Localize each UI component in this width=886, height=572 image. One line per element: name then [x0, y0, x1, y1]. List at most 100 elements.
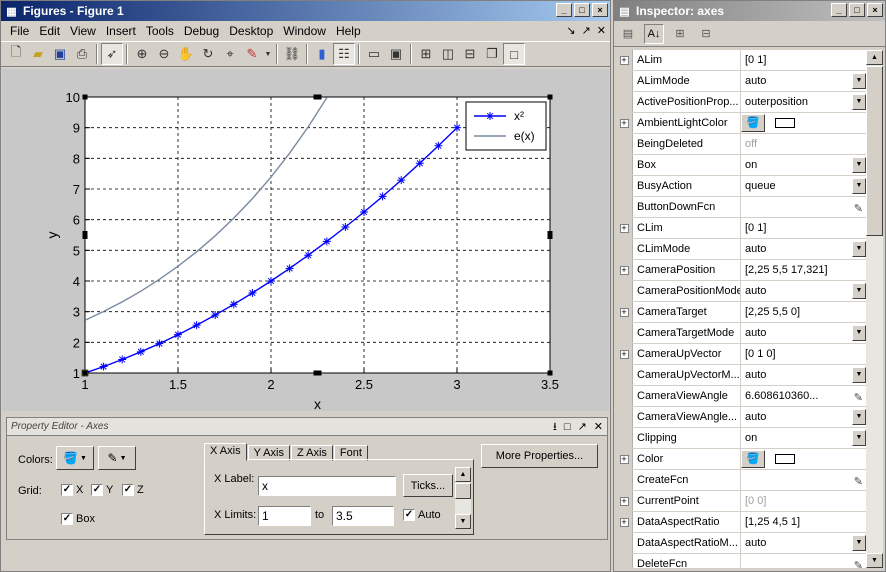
axes-plot[interactable]: 1 1.5 2 2.5 3 3.5 1 2 3 4 5 6 7 8 9 10 x y x² e(x)	[2, 69, 609, 411]
property-row[interactable]: BusyAction queue ▼	[616, 176, 866, 197]
property-row[interactable]: CLimMode auto ▼	[616, 239, 866, 260]
property-value[interactable]: auto ▼	[741, 407, 866, 427]
property-row[interactable]: + AmbientLightColor 🪣	[616, 113, 866, 134]
property-value[interactable]: auto ▼	[741, 239, 866, 259]
x-axis-label[interactable]: x	[314, 396, 321, 411]
legend[interactable]: x² e(x)	[465, 101, 547, 151]
scroll-up-arrow[interactable]: ▲	[455, 467, 471, 482]
insert-legend-icon[interactable]: ☷	[333, 43, 355, 65]
zoom-in-icon[interactable]: ⊕	[131, 43, 153, 65]
property-row[interactable]: + Color 🪣	[616, 449, 866, 470]
expand-plus-icon[interactable]: +	[616, 512, 633, 532]
inspector-minimize-button[interactable]: _	[831, 3, 847, 17]
top-bottom-layout-icon[interactable]: ⊟	[459, 43, 481, 65]
property-row[interactable]: CameraPositionMode auto ▼	[616, 281, 866, 302]
property-value[interactable]: [2,25 5,5 0]	[741, 302, 866, 322]
grid-x-checkbox[interactable]: ✓ X	[61, 484, 83, 496]
selection-handle[interactable]	[82, 94, 88, 100]
edit-plot-arrow-icon[interactable]: ➶	[101, 43, 123, 65]
property-row[interactable]: + CameraTarget [2,25 5,5 0]	[616, 302, 866, 323]
tab-panel-scrollbar[interactable]: ▲ ▼	[455, 467, 471, 529]
dropdown-arrow-icon[interactable]: ▼	[852, 367, 866, 383]
expand-plus-icon[interactable]: +	[616, 302, 633, 322]
selection-handle[interactable]	[547, 231, 553, 239]
property-value[interactable]: ✎	[741, 470, 866, 490]
data-cursor-icon[interactable]: ⌖	[219, 43, 241, 65]
inspector-scrollbar[interactable]: ▲ ▼	[866, 50, 883, 568]
menu-tools[interactable]: Tools	[141, 24, 179, 38]
property-row[interactable]: CameraViewAngle... auto ▼	[616, 407, 866, 428]
edit-pencil-icon[interactable]: ✎	[854, 388, 863, 406]
property-row[interactable]: CameraTargetMode auto ▼	[616, 323, 866, 344]
more-properties-button[interactable]: More Properties...	[481, 444, 598, 468]
menu-insert[interactable]: Insert	[101, 24, 141, 38]
maximize-button[interactable]: □	[574, 3, 590, 17]
property-row[interactable]: DeleteFcn ✎	[616, 554, 866, 568]
categorized-view-icon[interactable]: ▤	[618, 24, 638, 44]
insert-colorbar-icon[interactable]: ▮	[311, 43, 333, 65]
alphabetical-sort-icon[interactable]: A↓	[644, 23, 664, 44]
grid-y-checkbox[interactable]: ✓ Y	[91, 484, 113, 496]
scroll-down-arrow[interactable]: ▼	[455, 514, 471, 529]
star-marker[interactable]	[267, 277, 275, 285]
paint-bucket-icon[interactable]: 🪣	[741, 114, 765, 132]
dropdown-arrow-icon[interactable]: ▼	[852, 430, 866, 446]
property-value[interactable]: auto ▼	[741, 71, 866, 91]
property-value[interactable]: auto ▼	[741, 365, 866, 385]
open-file-icon[interactable]: ▰	[27, 43, 49, 65]
property-row[interactable]: Clipping on ▼	[616, 428, 866, 449]
inspector-scroll-up[interactable]: ▲	[866, 50, 883, 65]
dropdown-arrow-icon[interactable]: ▼	[852, 94, 866, 110]
menu-debug[interactable]: Debug	[179, 24, 224, 38]
x-label-input[interactable]: x	[258, 476, 396, 496]
x-limit-min-input[interactable]: 1	[258, 506, 311, 526]
grid-z-checkbox[interactable]: ✓ Z	[122, 484, 144, 496]
property-value[interactable]: on ▼	[741, 428, 866, 448]
figure-canvas[interactable]: 1 1.5 2 2.5 3 3.5 1 2 3 4 5 6 7 8 9 10 x y x² e(x)	[2, 69, 609, 411]
property-value[interactable]: [0 0]	[741, 491, 866, 511]
property-value[interactable]: 🪣	[741, 113, 866, 133]
minimize-button[interactable]: _	[556, 3, 572, 17]
panel-close-icon[interactable]: ✕	[594, 419, 603, 436]
property-row[interactable]: CameraViewAngle 6.608610360... ✎	[616, 386, 866, 407]
collapse-all-icon[interactable]: ⊟	[696, 24, 716, 44]
property-row[interactable]: + CameraPosition [2,25 5,5 17,321]	[616, 260, 866, 281]
expand-plus-icon[interactable]: +	[616, 260, 633, 280]
property-value[interactable]: [0 1 0]	[741, 344, 866, 364]
property-value[interactable]: [0 1]	[741, 50, 866, 70]
hide-plot-tools-icon[interactable]: ▭	[363, 43, 385, 65]
dropdown-arrow-icon[interactable]: ▼	[852, 535, 866, 551]
dropdown-arrow-icon[interactable]: ▼	[852, 409, 866, 425]
star-marker[interactable]	[136, 347, 145, 356]
inspector-close-button[interactable]: ×	[867, 3, 883, 17]
show-plot-tools-icon[interactable]: ▣	[385, 43, 407, 65]
selection-handle[interactable]	[547, 94, 553, 100]
star-marker[interactable]	[229, 300, 238, 309]
property-value[interactable]: [0 1]	[741, 218, 866, 238]
left-right-layout-icon[interactable]: ◫	[437, 43, 459, 65]
property-value[interactable]: off	[741, 134, 866, 154]
property-value[interactable]: outerposition ▼	[741, 92, 866, 112]
property-row[interactable]: ActivePositionProp... outerposition ▼	[616, 92, 866, 113]
inspector-maximize-button[interactable]: □	[849, 3, 865, 17]
selection-handle[interactable]	[82, 231, 88, 239]
expand-plus-icon[interactable]: +	[616, 449, 633, 469]
inspector-scroll-thumb[interactable]	[866, 66, 883, 236]
menu-desktop[interactable]: Desktop	[224, 24, 278, 38]
menu-file[interactable]: File	[5, 24, 34, 38]
dropdown-arrow-icon[interactable]: ▼	[852, 241, 866, 257]
tile-layout-icon[interactable]: ⊞	[415, 43, 437, 65]
save-icon[interactable]: ▣	[49, 43, 71, 65]
property-value[interactable]: auto ▼	[741, 323, 866, 343]
property-value[interactable]: ✎	[741, 197, 866, 217]
property-row[interactable]: + CurrentPoint [0 0]	[616, 491, 866, 512]
property-row[interactable]: + DataAspectRatio [1,25 4,5 1]	[616, 512, 866, 533]
inspector-scroll-down[interactable]: ▼	[866, 553, 883, 568]
property-value[interactable]: [1,25 4,5 1]	[741, 512, 866, 532]
property-row[interactable]: CameraUpVectorM... auto ▼	[616, 365, 866, 386]
menu-window[interactable]: Window	[278, 24, 331, 38]
property-row[interactable]: CreateFcn ✎	[616, 470, 866, 491]
star-marker[interactable]	[304, 251, 313, 260]
property-row[interactable]: ButtonDownFcn ✎	[616, 197, 866, 218]
property-value[interactable]: [2,25 5,5 17,321]	[741, 260, 866, 280]
